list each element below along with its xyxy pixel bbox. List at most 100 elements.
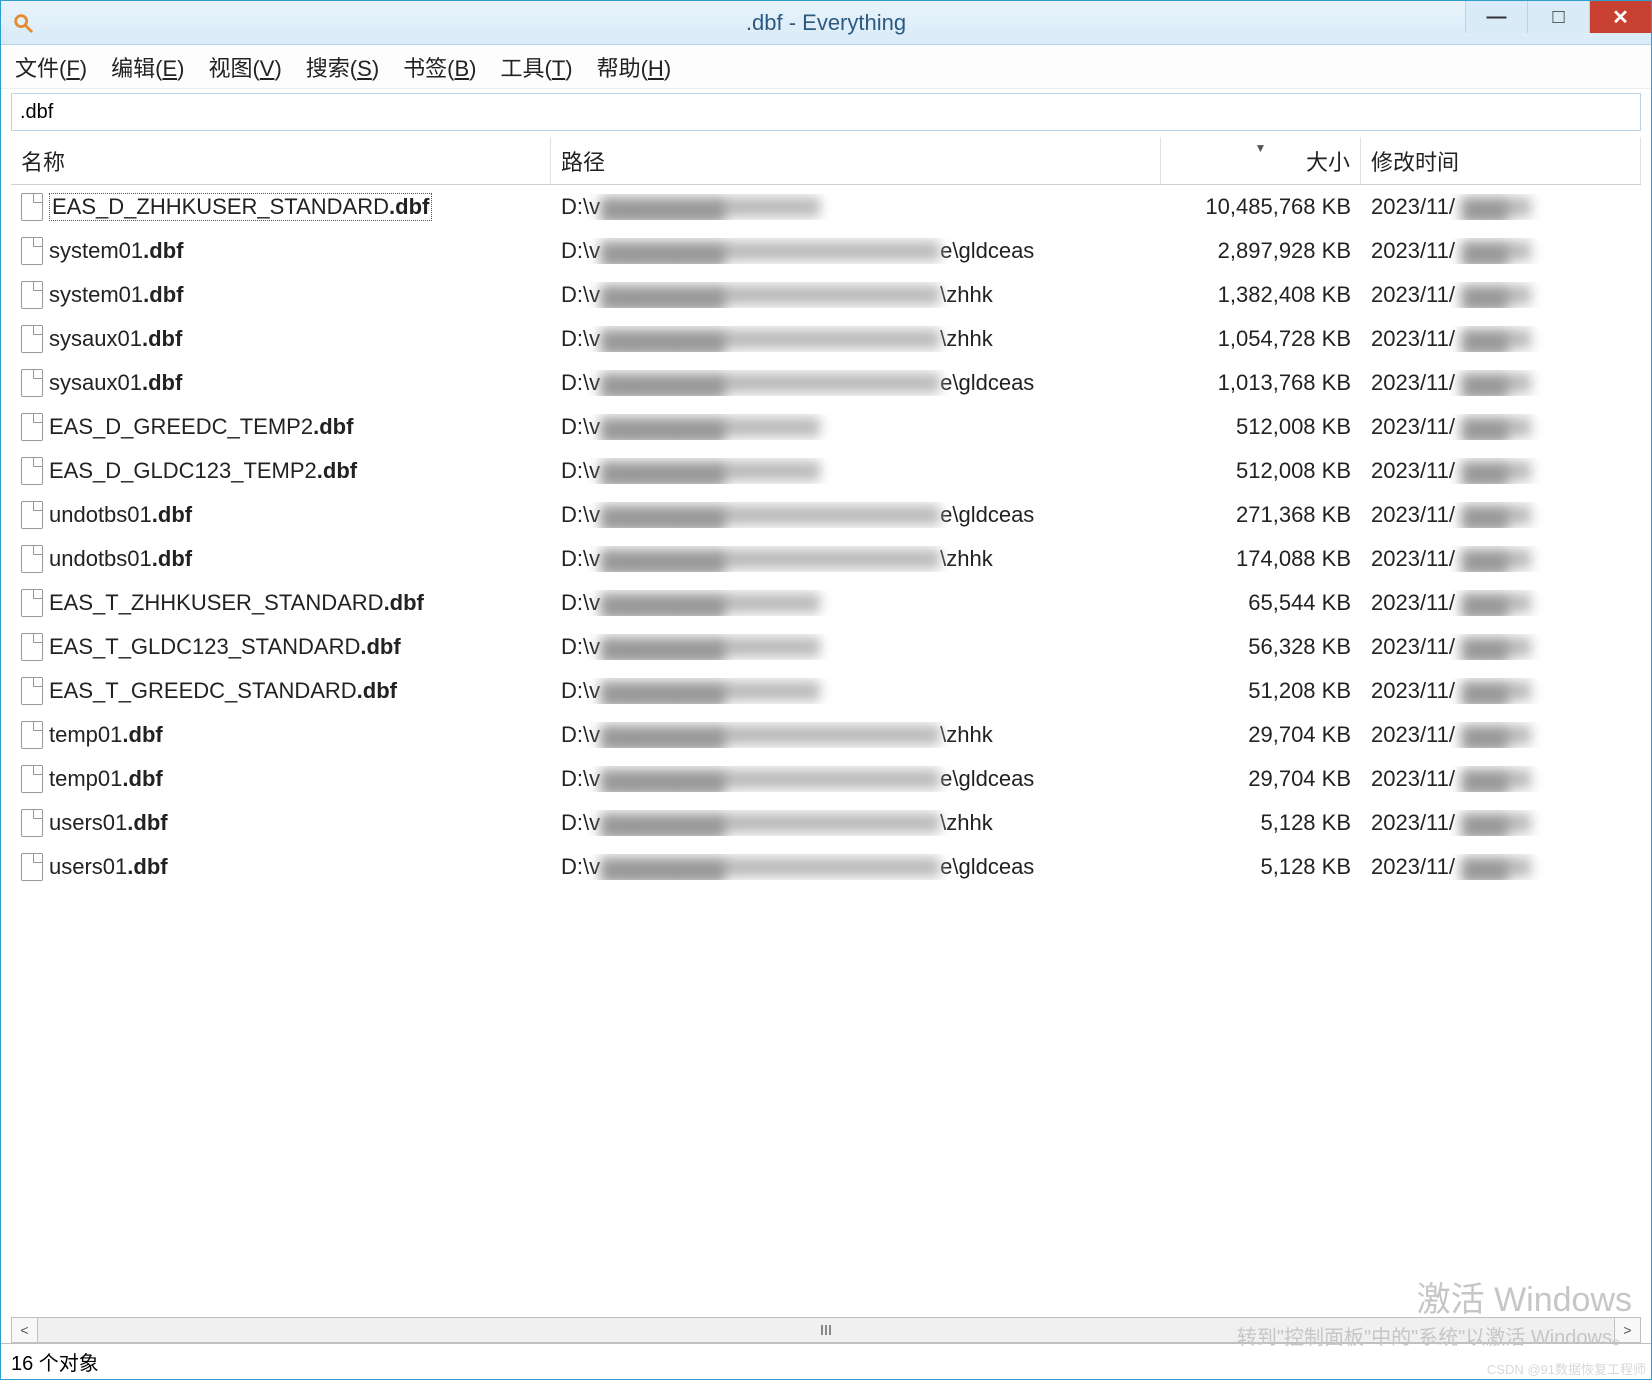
cell-size: 271,368 KB	[1161, 502, 1361, 528]
column-header-size[interactable]: ▼ 大小	[1161, 137, 1361, 184]
cell-date: 2023/11/███	[1361, 414, 1641, 440]
file-icon	[21, 633, 43, 661]
cell-date: 2023/11/███	[1361, 502, 1641, 528]
app-icon	[11, 11, 35, 35]
cell-size: 51,208 KB	[1161, 678, 1361, 704]
cell-name: system01.dbf	[11, 237, 551, 265]
cell-date: 2023/11/███	[1361, 326, 1641, 352]
cell-date: 2023/11/███	[1361, 590, 1641, 616]
file-icon	[21, 809, 43, 837]
titlebar: .dbf - Everything — □ ✕	[1, 1, 1651, 45]
table-row[interactable]: undotbs01.dbfD:\v████████e\gldceas271,36…	[11, 493, 1641, 537]
maximize-button[interactable]: □	[1527, 1, 1589, 33]
menu-bookmarks[interactable]: 书签(B)	[403, 51, 476, 83]
cell-date: 2023/11/███	[1361, 458, 1641, 484]
cell-path: D:\v████████	[551, 194, 1161, 220]
statusbar: 16 个对象	[1, 1343, 1651, 1379]
cell-date: 2023/11/███	[1361, 194, 1641, 220]
cell-path: D:\v████████	[551, 458, 1161, 484]
menu-file[interactable]: 文件(F)	[15, 51, 87, 83]
cell-size: 5,128 KB	[1161, 810, 1361, 836]
scroll-thumb[interactable]	[811, 1323, 841, 1337]
cell-size: 512,008 KB	[1161, 458, 1361, 484]
file-icon	[21, 545, 43, 573]
cell-date: 2023/11/███	[1361, 854, 1641, 880]
table-row[interactable]: EAS_T_GLDC123_STANDARD.dbfD:\v████████56…	[11, 625, 1641, 669]
cell-name: sysaux01.dbf	[11, 369, 551, 397]
scroll-left-icon[interactable]: <	[12, 1318, 38, 1342]
cell-path: D:\v████████	[551, 414, 1161, 440]
cell-size: 1,013,768 KB	[1161, 370, 1361, 396]
sort-descending-icon: ▼	[1255, 141, 1267, 155]
cell-size: 5,128 KB	[1161, 854, 1361, 880]
table-row[interactable]: users01.dbfD:\v████████e\gldceas5,128 KB…	[11, 845, 1641, 889]
cell-path: D:\v████████e\gldceas	[551, 238, 1161, 264]
cell-date: 2023/11/███	[1361, 634, 1641, 660]
cell-name: EAS_T_GLDC123_STANDARD.dbf	[11, 633, 551, 661]
file-icon	[21, 193, 43, 221]
file-icon	[21, 413, 43, 441]
scroll-track[interactable]	[38, 1318, 1614, 1342]
table-row[interactable]: sysaux01.dbfD:\v████████\zhhk1,054,728 K…	[11, 317, 1641, 361]
table-row[interactable]: EAS_D_ZHHKUSER_STANDARD.dbfD:\v████████1…	[11, 185, 1641, 229]
cell-name: users01.dbf	[11, 853, 551, 881]
cell-date: 2023/11/███	[1361, 722, 1641, 748]
menu-edit[interactable]: 编辑(E)	[111, 51, 184, 83]
file-icon	[21, 325, 43, 353]
menu-search[interactable]: 搜索(S)	[306, 51, 379, 83]
table-row[interactable]: EAS_T_GREEDC_STANDARD.dbfD:\v████████51,…	[11, 669, 1641, 713]
column-header-date[interactable]: 修改时间	[1361, 137, 1641, 184]
cell-name: EAS_T_GREEDC_STANDARD.dbf	[11, 677, 551, 705]
table-row[interactable]: EAS_D_GREEDC_TEMP2.dbfD:\v████████512,00…	[11, 405, 1641, 449]
table-row[interactable]: system01.dbfD:\v████████e\gldceas2,897,9…	[11, 229, 1641, 273]
minimize-button[interactable]: —	[1465, 1, 1527, 33]
table-row[interactable]: EAS_T_ZHHKUSER_STANDARD.dbfD:\v████████6…	[11, 581, 1641, 625]
cell-path: D:\v████████\zhhk	[551, 722, 1161, 748]
table-row[interactable]: temp01.dbfD:\v████████\zhhk29,704 KB2023…	[11, 713, 1641, 757]
cell-name: EAS_D_GREEDC_TEMP2.dbf	[11, 413, 551, 441]
cell-size: 65,544 KB	[1161, 590, 1361, 616]
cell-name: EAS_T_ZHHKUSER_STANDARD.dbf	[11, 589, 551, 617]
cell-size: 10,485,768 KB	[1161, 194, 1361, 220]
cell-name: temp01.dbf	[11, 721, 551, 749]
search-box	[11, 93, 1641, 131]
file-icon	[21, 501, 43, 529]
cell-size: 174,088 KB	[1161, 546, 1361, 572]
cell-size: 2,897,928 KB	[1161, 238, 1361, 264]
scroll-right-icon[interactable]: >	[1614, 1318, 1640, 1342]
table-row[interactable]: users01.dbfD:\v████████\zhhk5,128 KB2023…	[11, 801, 1641, 845]
cell-size: 512,008 KB	[1161, 414, 1361, 440]
file-icon	[21, 765, 43, 793]
menu-view[interactable]: 视图(V)	[208, 51, 281, 83]
table-row[interactable]: sysaux01.dbfD:\v████████e\gldceas1,013,7…	[11, 361, 1641, 405]
close-button[interactable]: ✕	[1589, 1, 1651, 33]
file-list: EAS_D_ZHHKUSER_STANDARD.dbfD:\v████████1…	[11, 185, 1641, 1317]
cell-name: undotbs01.dbf	[11, 501, 551, 529]
table-row[interactable]: system01.dbfD:\v████████\zhhk1,382,408 K…	[11, 273, 1641, 317]
file-icon	[21, 237, 43, 265]
cell-path: D:\v████████	[551, 678, 1161, 704]
cell-path: D:\v████████\zhhk	[551, 810, 1161, 836]
file-icon	[21, 589, 43, 617]
cell-name: temp01.dbf	[11, 765, 551, 793]
cell-date: 2023/11/███	[1361, 370, 1641, 396]
cell-name: sysaux01.dbf	[11, 325, 551, 353]
cell-date: 2023/11/███	[1361, 766, 1641, 792]
cell-size: 1,382,408 KB	[1161, 282, 1361, 308]
cell-path: D:\v████████\zhhk	[551, 282, 1161, 308]
column-header-name[interactable]: 名称	[11, 137, 551, 184]
menubar: 文件(F) 编辑(E) 视图(V) 搜索(S) 书签(B) 工具(T) 帮助(H…	[1, 45, 1651, 89]
menu-tools[interactable]: 工具(T)	[500, 51, 572, 83]
table-row[interactable]: temp01.dbfD:\v████████e\gldceas29,704 KB…	[11, 757, 1641, 801]
menu-help[interactable]: 帮助(H)	[597, 51, 672, 83]
search-input[interactable]	[11, 93, 1641, 131]
cell-path: D:\v████████\zhhk	[551, 326, 1161, 352]
cell-path: D:\v████████	[551, 590, 1161, 616]
file-icon	[21, 369, 43, 397]
horizontal-scrollbar[interactable]: < >	[11, 1317, 1641, 1343]
table-row[interactable]: undotbs01.dbfD:\v████████\zhhk174,088 KB…	[11, 537, 1641, 581]
table-row[interactable]: EAS_D_GLDC123_TEMP2.dbfD:\v████████512,0…	[11, 449, 1641, 493]
column-header-path[interactable]: 路径	[551, 137, 1161, 184]
file-icon	[21, 677, 43, 705]
csdn-watermark: CSDN @91数据恢复工程师	[1487, 1359, 1646, 1378]
